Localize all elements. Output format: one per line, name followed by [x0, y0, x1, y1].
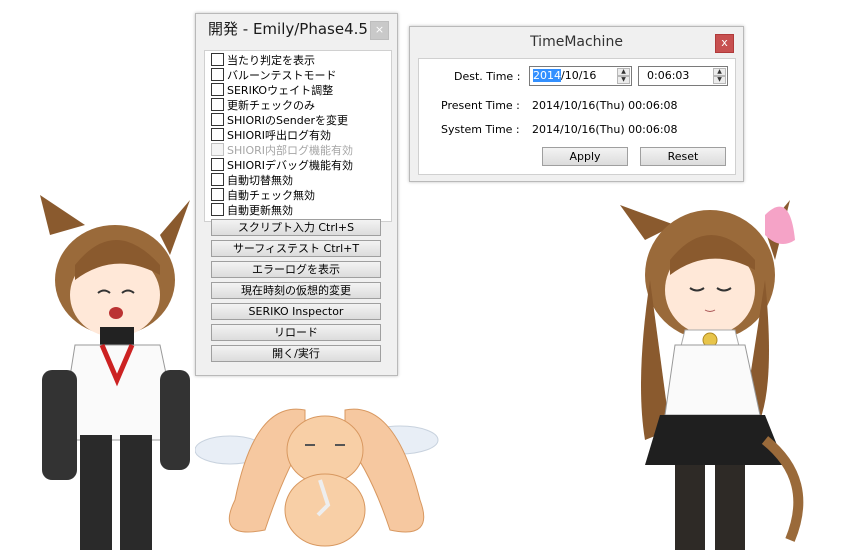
checkbox-shiori-call-log[interactable]: SHIORI呼出ログ有効	[211, 128, 331, 143]
checkbox-label: 当たり判定を表示	[227, 54, 315, 67]
checkbox-icon	[211, 143, 224, 156]
checkbox-seriko-wait[interactable]: SERIKOウェイト調整	[211, 83, 333, 98]
time-machine-dialog: TimeMachine x Dest. Time : 2014/10/16 ▲ …	[409, 26, 744, 182]
checkbox-label: SHIORI呼出ログ有効	[227, 129, 332, 142]
checkbox-label: 更新チェックのみ	[227, 99, 315, 112]
dest-time-label: Dest. Time :	[454, 70, 521, 83]
checkbox-label: SHIORI内部ログ機能有効	[227, 144, 354, 157]
dest-date-selected-year: 2014	[533, 69, 561, 82]
system-time-label: System Time :	[441, 123, 520, 136]
script-input-button[interactable]: スクリプト入力 Ctrl+S	[211, 219, 381, 236]
checkbox-icon[interactable]	[211, 128, 224, 141]
spin-down-icon[interactable]: ▼	[617, 76, 630, 84]
dest-time-field[interactable]: 0:06:03 ▲ ▼	[638, 66, 728, 86]
checkbox-icon[interactable]	[211, 173, 224, 186]
time-machine-titlebar[interactable]: TimeMachine x	[410, 27, 743, 57]
dest-date-field[interactable]: 2014/10/16 ▲ ▼	[529, 66, 632, 86]
surface-test-button[interactable]: サーフィステスト Ctrl+T	[211, 240, 381, 257]
present-time-label: Present Time :	[441, 99, 520, 112]
developer-panel-close-button[interactable]: ×	[370, 21, 389, 40]
checkbox-auto-update-off[interactable]: 自動更新無効	[211, 203, 293, 218]
checkbox-label: 自動切替無効	[227, 174, 293, 187]
dest-time-value: 0:06:03	[647, 69, 690, 82]
checkbox-label: SHIORIデバッグ機能有効	[227, 159, 354, 172]
time-machine-title: TimeMachine	[530, 34, 623, 50]
developer-panel-title: 開発 - Emily/Phase4.5	[208, 20, 368, 38]
spin-up-icon[interactable]: ▲	[617, 68, 630, 76]
checkbox-label: 自動更新無効	[227, 204, 293, 217]
developer-panel-titlebar[interactable]: 開発 - Emily/Phase4.5 ×	[196, 14, 397, 44]
right-character-image	[620, 200, 804, 550]
checkbox-shiori-debug[interactable]: SHIORIデバッグ機能有効	[211, 158, 353, 173]
seriko-inspector-button[interactable]: SERIKO Inspector	[211, 303, 381, 320]
checkbox-icon[interactable]	[211, 158, 224, 171]
checkbox-icon[interactable]	[211, 83, 224, 96]
dest-date-spinner[interactable]: ▲ ▼	[617, 68, 630, 84]
checkbox-balloon-test[interactable]: バルーンテストモード	[211, 68, 336, 83]
spin-up-icon[interactable]: ▲	[713, 68, 726, 76]
checkbox-label: バルーンテストモード	[227, 69, 337, 82]
checkbox-icon[interactable]	[211, 53, 224, 66]
checkbox-shiori-internal-log: SHIORI内部ログ機能有効	[211, 143, 353, 158]
checkbox-update-check-only[interactable]: 更新チェックのみ	[211, 98, 315, 113]
apply-button[interactable]: Apply	[542, 147, 628, 166]
developer-panel: 開発 - Emily/Phase4.5 × 当たり判定を表示 バルーンテストモー…	[195, 13, 398, 376]
checkbox-auto-switch-off[interactable]: 自動切替無効	[211, 173, 293, 188]
checkbox-label: SERIKOウェイト調整	[227, 84, 334, 97]
reload-button[interactable]: リロード	[211, 324, 381, 341]
dest-date-rest: /10/16	[561, 69, 597, 82]
checkbox-hit-area[interactable]: 当たり判定を表示	[211, 53, 315, 68]
checkbox-icon[interactable]	[211, 188, 224, 201]
present-time-value: 2014/10/16(Thu) 00:06:08	[532, 99, 678, 112]
checkbox-icon[interactable]	[211, 68, 224, 81]
virtual-time-change-button[interactable]: 現在時刻の仮想的変更	[211, 282, 381, 299]
reset-button[interactable]: Reset	[640, 147, 726, 166]
checkbox-icon[interactable]	[211, 203, 224, 216]
dest-time-spinner[interactable]: ▲ ▼	[713, 68, 726, 84]
checkbox-label: SHIORIのSenderを変更	[227, 114, 349, 127]
system-time-value: 2014/10/16(Thu) 00:06:08	[532, 123, 678, 136]
checkbox-icon[interactable]	[211, 113, 224, 126]
spin-down-icon[interactable]: ▼	[713, 76, 726, 84]
checkbox-label: 自動チェック無効	[227, 189, 315, 202]
show-error-log-button[interactable]: エラーログを表示	[211, 261, 381, 278]
checkbox-shiori-sender[interactable]: SHIORIのSenderを変更	[211, 113, 348, 128]
checkbox-auto-check-off[interactable]: 自動チェック無効	[211, 188, 315, 203]
open-execute-button[interactable]: 開く/実行	[211, 345, 381, 362]
dest-date-value: 2014/10/16	[533, 69, 596, 83]
time-machine-close-button[interactable]: x	[715, 34, 734, 53]
creature-image	[195, 408, 439, 547]
checkbox-icon[interactable]	[211, 98, 224, 111]
developer-options-list: 当たり判定を表示 バルーンテストモード SERIKOウェイト調整 更新チェックの…	[204, 50, 392, 222]
left-character-image	[40, 195, 190, 550]
